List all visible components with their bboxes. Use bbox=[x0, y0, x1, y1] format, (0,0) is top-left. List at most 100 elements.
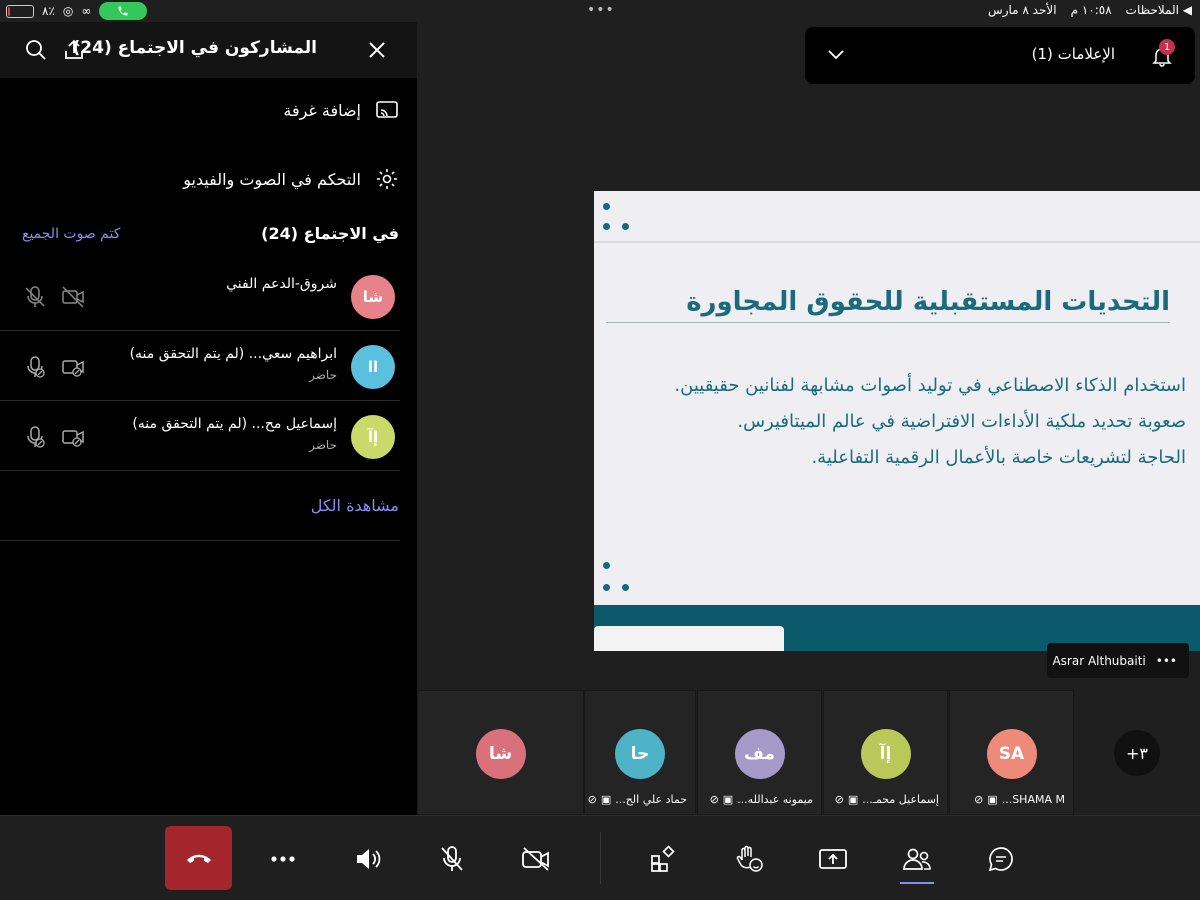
video-tile[interactable]: إآ إسماعيل محمـ... ▣ ⊘ bbox=[823, 690, 948, 815]
av-control-button[interactable]: التحكم في الصوت والفيديو bbox=[183, 167, 399, 191]
presenter-name: Asrar Althubaiti bbox=[1052, 653, 1146, 668]
toolbar-separator bbox=[600, 832, 601, 884]
notifications-label: الإعلامات (1) bbox=[1031, 45, 1115, 63]
camera-icon bbox=[62, 430, 84, 447]
more-participants-button[interactable]: +٣ bbox=[1114, 730, 1160, 776]
link-icon: ∞ bbox=[81, 4, 92, 18]
participant-status: حاضر bbox=[309, 438, 337, 452]
avatar: اا bbox=[351, 345, 395, 389]
decor-dot bbox=[603, 203, 610, 210]
participant-name: إسماعيل مح... (لم يتم التحقق منه) bbox=[132, 416, 337, 432]
mute-all-button[interactable]: كتم صوت الجميع bbox=[22, 226, 120, 242]
video-tile[interactable]: حا حماد علي الح... ▣ ⊘ bbox=[584, 690, 696, 815]
notification-badge: 1 bbox=[1159, 39, 1175, 55]
status-time: ١٠:٥٨ م bbox=[1070, 3, 1112, 17]
avatar: إآ bbox=[351, 415, 395, 459]
status-bar-left: ٨٪ ◎ ∞ bbox=[6, 2, 148, 20]
close-icon[interactable] bbox=[363, 36, 391, 64]
tile-name-text: SHAMA M... bbox=[1001, 793, 1065, 806]
decor-dot bbox=[622, 584, 629, 591]
notifications-bar[interactable]: الإعلامات (1) 1 bbox=[805, 27, 1195, 84]
share-screen-icon[interactable] bbox=[815, 841, 851, 877]
tile-name: حماد علي الح... ▣ ⊘ bbox=[588, 793, 687, 806]
active-tab-indicator bbox=[900, 882, 934, 884]
tile-name: SHAMA M... ▣ ⊘ bbox=[974, 793, 1065, 806]
av-control-label: التحكم في الصوت والفيديو bbox=[183, 169, 361, 189]
slide-title-underline bbox=[606, 322, 1170, 323]
mic-icon bbox=[27, 426, 45, 448]
camera-off-icon: ▣ bbox=[987, 793, 998, 806]
camera-off-icon: ▣ bbox=[722, 793, 734, 806]
battery-percent: ٨٪ bbox=[42, 4, 55, 18]
mic-off-icon: ⊘ bbox=[587, 793, 597, 806]
decor-dot bbox=[603, 584, 610, 591]
speaker-icon[interactable] bbox=[350, 841, 386, 877]
participant-row[interactable]: اا ابراهيم سعي... (لم يتم التحقق منه) حا… bbox=[0, 332, 417, 402]
divider bbox=[0, 540, 400, 541]
location-icon: ◎ bbox=[62, 4, 74, 18]
video-tile[interactable]: SA SHAMA M... ▣ ⊘ bbox=[949, 690, 1074, 815]
slide-bullet-line: صعوبة تحديد ملكية الأداءات الافتراضية في… bbox=[737, 411, 1186, 432]
slide-top-rule bbox=[594, 241, 1200, 243]
panel-title: المشاركون في الاجتماع (24) bbox=[72, 38, 317, 58]
in-meeting-heading: في الاجتماع (24) bbox=[261, 224, 399, 243]
camera-off-icon[interactable] bbox=[518, 841, 554, 877]
participants-icon[interactable] bbox=[899, 841, 935, 877]
tile-name: إسماعيل محمـ... ▣ ⊘ bbox=[835, 793, 939, 806]
battery-icon bbox=[6, 4, 34, 18]
share-icon[interactable] bbox=[60, 36, 88, 64]
more-options-icon[interactable]: ••• bbox=[1156, 654, 1177, 668]
avatar: SA bbox=[986, 729, 1037, 779]
cast-icon bbox=[376, 101, 398, 118]
presenter-label[interactable]: Asrar Althubaiti ••• bbox=[1047, 643, 1189, 678]
chat-icon[interactable] bbox=[983, 841, 1019, 877]
slide-bullet-line: استخدام الذكاء الاصطناعي في توليد أصوات … bbox=[674, 375, 1186, 396]
tile-name-text: إسماعيل محمـ... bbox=[862, 793, 939, 806]
tile-name-text: حماد علي الح... bbox=[615, 793, 687, 806]
camera-off-icon: ▣ bbox=[847, 793, 859, 806]
camera-off-icon: ▣ bbox=[600, 793, 612, 806]
participant-row[interactable]: إآ إسماعيل مح... (لم يتم التحقق منه) حاض… bbox=[0, 402, 417, 472]
divider bbox=[0, 470, 400, 471]
avatar: مف bbox=[734, 729, 785, 779]
avatar: إآ bbox=[860, 729, 911, 779]
hang-up-button[interactable] bbox=[165, 826, 232, 890]
tile-name: ميمونه عبدالله... ▣ ⊘ bbox=[710, 793, 813, 806]
view-all-link[interactable]: مشاهدة الكل bbox=[311, 496, 399, 515]
avatar: شا bbox=[351, 275, 395, 319]
add-room-button[interactable]: إضافة غرفة bbox=[283, 100, 399, 120]
add-room-label: إضافة غرفة bbox=[283, 100, 361, 120]
search-icon[interactable] bbox=[22, 36, 50, 64]
shared-slide: التحديات المستقبلية للحقوق المجاورة استخ… bbox=[594, 191, 1200, 651]
mic-off-icon: ⊘ bbox=[709, 793, 719, 806]
phone-icon bbox=[118, 6, 128, 16]
participant-row[interactable]: شا شروق-الدعم الفني bbox=[0, 262, 417, 332]
slide-footer-card bbox=[594, 626, 784, 651]
slide-bullet-line: الحاجة لتشريعات خاصة بالأعمال الرقمية ال… bbox=[811, 447, 1186, 468]
status-bar-right: ◀ الملاحظات ١٠:٥٨ م الأحد ٨ مارس bbox=[988, 3, 1192, 17]
status-date: الأحد ٨ مارس bbox=[988, 3, 1057, 17]
participants-panel: المشاركون في الاجتماع (24) إضافة غرفة ال… bbox=[0, 22, 417, 815]
mic-off-icon: ⊘ bbox=[974, 793, 984, 806]
camera-off-icon bbox=[62, 286, 84, 308]
chevron-down-icon[interactable] bbox=[827, 47, 845, 61]
mic-off-icon[interactable] bbox=[434, 841, 470, 877]
apps-icon[interactable] bbox=[645, 841, 681, 877]
participant-name: ابراهيم سعي... (لم يتم التحقق منه) bbox=[129, 346, 337, 362]
multitask-dots-icon[interactable]: ••• bbox=[587, 2, 615, 18]
back-to-notes[interactable]: ◀ الملاحظات bbox=[1126, 3, 1192, 17]
video-tile[interactable]: مف ميمونه عبدالله... ▣ ⊘ bbox=[697, 690, 822, 815]
slide-title: التحديات المستقبلية للحقوق المجاورة bbox=[686, 287, 1170, 317]
participant-status: حاضر bbox=[309, 368, 337, 382]
reactions-icon[interactable] bbox=[731, 841, 767, 877]
avatar: شا bbox=[475, 729, 526, 779]
mic-off-icon bbox=[25, 286, 45, 307]
active-call-pill[interactable] bbox=[99, 2, 148, 20]
participant-name: شروق-الدعم الفني bbox=[226, 276, 337, 292]
mic-icon bbox=[27, 356, 45, 378]
tile-name-text: ميمونه عبدالله... bbox=[737, 793, 813, 806]
video-tile[interactable]: شا bbox=[417, 690, 584, 815]
battery-fill bbox=[8, 6, 10, 16]
avatar: حا bbox=[615, 729, 665, 779]
more-actions-icon[interactable] bbox=[265, 841, 301, 877]
